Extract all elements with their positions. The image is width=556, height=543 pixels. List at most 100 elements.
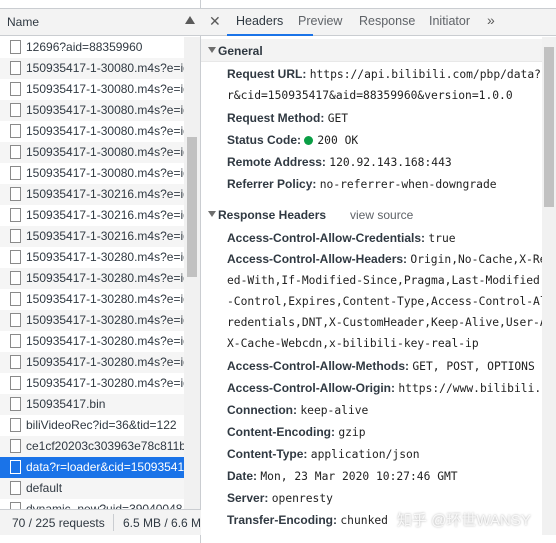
request-name: 150935417-1-30080.m4s?e=ig bbox=[26, 61, 184, 75]
file-icon bbox=[10, 313, 21, 327]
file-icon bbox=[10, 229, 21, 243]
response-headers-title: Response Headers bbox=[218, 208, 327, 222]
request-row[interactable]: biliVideoRec?id=36&tid=122 bbox=[0, 415, 184, 436]
file-icon bbox=[10, 61, 21, 75]
request-row[interactable]: 150935417-1-30080.m4s?e=ig bbox=[0, 58, 184, 79]
request-row[interactable]: 150935417-1-30216.m4s?e=ig bbox=[0, 226, 184, 247]
request-row[interactable]: default bbox=[0, 478, 184, 499]
request-row[interactable]: ce1cf20203c303963e78c811b bbox=[0, 436, 184, 457]
file-icon bbox=[10, 271, 21, 285]
file-icon bbox=[10, 103, 21, 117]
acah-label: Access-Control-Allow-Headers: bbox=[227, 252, 408, 266]
request-row[interactable]: 150935417-1-30280.m4s?e=ig bbox=[0, 352, 184, 373]
server-value: openresty bbox=[271, 492, 333, 505]
file-icon bbox=[10, 187, 21, 201]
remote-address-row: Remote Address: 120.92.143.168:443 bbox=[227, 155, 452, 169]
request-row[interactable]: 150935417-1-30280.m4s?e=ig bbox=[0, 289, 184, 310]
content-type-value: application/json bbox=[310, 448, 420, 461]
request-row[interactable]: 150935417-1-30216.m4s?e=ig bbox=[0, 184, 184, 205]
file-icon bbox=[10, 250, 21, 264]
details-scrollbar[interactable] bbox=[542, 37, 556, 535]
active-tab-indicator bbox=[227, 34, 313, 36]
request-name: 150935417-1-30080.m4s?e=ig bbox=[26, 124, 184, 138]
request-name: 150935417-1-30080.m4s?e=ig bbox=[26, 166, 184, 180]
expand-triangle-icon[interactable] bbox=[208, 47, 216, 53]
request-name: biliVideoRec?id=36&tid=122 bbox=[26, 418, 177, 432]
name-column-header[interactable]: Name bbox=[7, 15, 39, 29]
tab-preview[interactable]: Preview bbox=[298, 14, 342, 28]
content-type-label: Content-Type: bbox=[227, 447, 308, 461]
file-icon bbox=[10, 376, 21, 390]
tab-headers[interactable]: Headers bbox=[236, 14, 283, 28]
content-encoding-label: Content-Encoding: bbox=[227, 425, 335, 439]
acao-label: Access-Control-Allow-Origin: bbox=[227, 381, 396, 395]
headers-content: General Request URL: https://api.bilibil… bbox=[201, 37, 542, 535]
file-icon bbox=[10, 292, 21, 306]
scrollbar-thumb[interactable] bbox=[187, 137, 197, 277]
view-source-link[interactable]: view source bbox=[350, 208, 413, 222]
request-list-scrollbar[interactable] bbox=[184, 37, 200, 509]
transfer-encoding-row: Transfer-Encoding: chunked bbox=[227, 513, 388, 527]
acah-row: Access-Control-Allow-Headers: Origin,No-… bbox=[227, 252, 542, 266]
request-row[interactable]: 150935417-1-30280.m4s?e=ig bbox=[0, 373, 184, 394]
request-row[interactable]: 150935417.bin bbox=[0, 394, 184, 415]
request-row[interactable]: 150935417-1-30216.m4s?e=ig bbox=[0, 205, 184, 226]
request-name: 150935417-1-30080.m4s?e=ig bbox=[26, 103, 184, 117]
remote-address-value: 120.92.143.168:443 bbox=[329, 156, 452, 169]
acac-label: Access-Control-Allow-Credentials: bbox=[227, 231, 426, 245]
transfer-encoding-value: chunked bbox=[340, 514, 388, 527]
response-headers-section-header[interactable]: Response Headers view source bbox=[201, 203, 542, 226]
request-row[interactable]: data?r=loader&cid=15093541 bbox=[0, 457, 184, 478]
status-divider bbox=[113, 514, 114, 531]
sort-ascending-icon[interactable] bbox=[185, 16, 195, 24]
expand-triangle-icon[interactable] bbox=[208, 211, 216, 217]
file-icon bbox=[10, 166, 21, 180]
general-section-title: General bbox=[218, 44, 263, 58]
file-icon bbox=[10, 439, 21, 453]
acac-row: Access-Control-Allow-Credentials: true bbox=[227, 231, 456, 245]
general-section-header[interactable]: General bbox=[201, 39, 542, 62]
request-row[interactable]: 150935417-1-30080.m4s?e=ig bbox=[0, 121, 184, 142]
watermark-text: 知乎 @环世WANSY bbox=[397, 512, 531, 529]
request-row[interactable]: dynamic_new?uid=39040048 bbox=[0, 499, 184, 509]
referrer-policy-row: Referrer Policy: no-referrer-when-downgr… bbox=[227, 177, 497, 191]
acah-value-continued-2: -Control,Expires,Content-Type,Access-Con… bbox=[227, 295, 542, 308]
request-row[interactable]: 150935417-1-30280.m4s?e=ig bbox=[0, 331, 184, 352]
referrer-policy-value: no-referrer-when-downgrade bbox=[319, 178, 497, 191]
request-method-row: Request Method: GET bbox=[227, 111, 348, 125]
request-row[interactable]: 150935417-1-30080.m4s?e=ig bbox=[0, 79, 184, 100]
request-url-label: Request URL: bbox=[227, 67, 307, 81]
file-icon bbox=[10, 208, 21, 222]
request-list-header[interactable]: Name bbox=[0, 8, 201, 36]
request-row[interactable]: 12696?aid=88359960 bbox=[0, 37, 184, 58]
request-row[interactable]: 150935417-1-30280.m4s?e=ig bbox=[0, 247, 184, 268]
scrollbar-thumb[interactable] bbox=[544, 47, 554, 207]
content-encoding-value: gzip bbox=[338, 426, 366, 439]
file-icon bbox=[10, 145, 21, 159]
request-row[interactable]: 150935417-1-30080.m4s?e=ig bbox=[0, 163, 184, 184]
request-row[interactable]: 150935417-1-30080.m4s?e=ig bbox=[0, 142, 184, 163]
acah-value-continued-1: ed-With,If-Modified-Since,Pragma,Last-Mo… bbox=[227, 274, 542, 287]
remote-address-label: Remote Address: bbox=[227, 155, 326, 169]
status-code-label: Status Code: bbox=[227, 133, 302, 147]
close-icon[interactable]: ✕ bbox=[209, 13, 221, 30]
request-url-value-continued: r&cid=150935417&aid=88359960&version=1.0… bbox=[227, 89, 513, 102]
content-encoding-row: Content-Encoding: gzip bbox=[227, 425, 366, 439]
request-name: 150935417-1-30216.m4s?e=ig bbox=[26, 187, 184, 201]
connection-label: Connection: bbox=[227, 403, 297, 417]
tab-initiator[interactable]: Initiator bbox=[429, 14, 470, 28]
request-list-panel: Name 12696?aid=88359960 150935417-1-30080… bbox=[0, 0, 201, 543]
request-row[interactable]: 150935417-1-30280.m4s?e=ig bbox=[0, 310, 184, 331]
request-name: dynamic_new?uid=39040048 bbox=[26, 502, 183, 509]
request-name: 150935417-1-30280.m4s?e=ig bbox=[26, 376, 184, 390]
request-row[interactable]: 150935417-1-30080.m4s?e=ig bbox=[0, 100, 184, 121]
acao-row: Access-Control-Allow-Origin: https://www… bbox=[227, 381, 542, 395]
file-icon bbox=[10, 481, 21, 495]
acah-value-continued-4: X-Cache-Webcdn,x-bilibili-key-real-ip bbox=[227, 337, 479, 350]
tab-response[interactable]: Response bbox=[359, 14, 415, 28]
request-name: 150935417-1-30280.m4s?e=ig bbox=[26, 250, 184, 264]
status-code-value: 200 OK bbox=[317, 134, 359, 147]
more-tabs-icon[interactable]: » bbox=[487, 12, 495, 28]
request-row[interactable]: 150935417-1-30280.m4s?e=ig bbox=[0, 268, 184, 289]
request-name: 150935417.bin bbox=[26, 397, 106, 411]
